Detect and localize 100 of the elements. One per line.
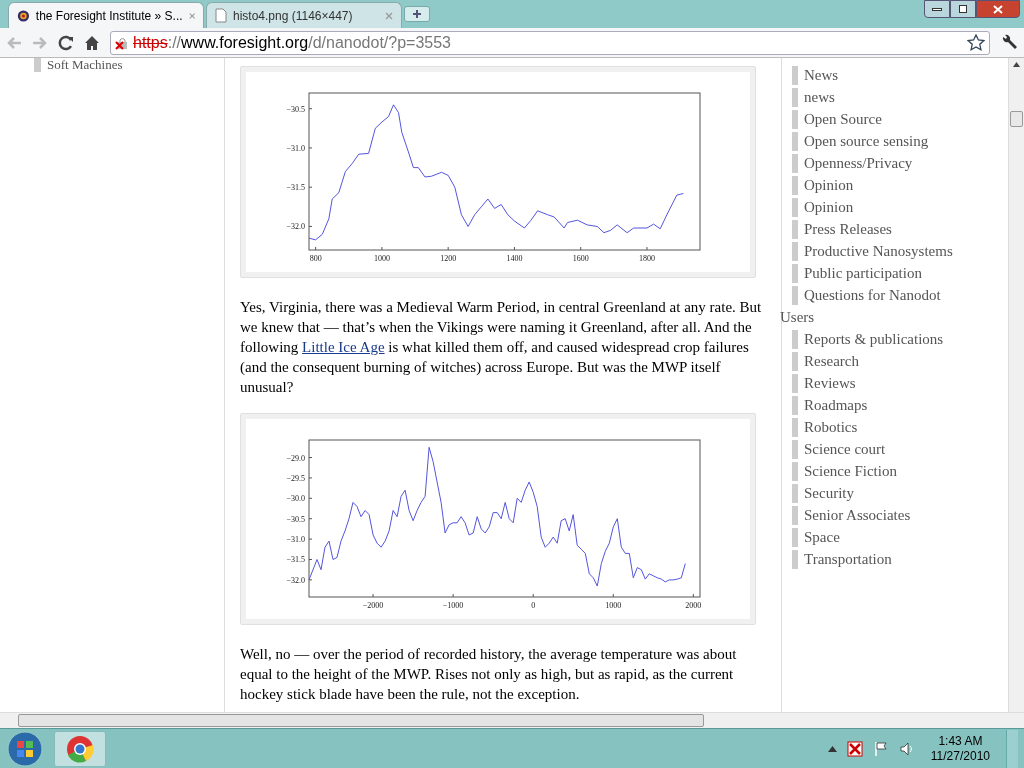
category-link[interactable]: Space [804, 525, 840, 549]
sidebar-link[interactable]: Soft Machines [47, 58, 123, 72]
list-marker [792, 153, 798, 173]
category-link[interactable]: Security [804, 481, 854, 505]
list-marker [792, 373, 798, 393]
category-link[interactable]: Public participation [804, 261, 922, 285]
list-marker [792, 417, 798, 437]
close-icon [993, 4, 1003, 14]
x-tick-label: −1000 [442, 601, 464, 610]
inline-link[interactable]: Little Ice Age [302, 339, 385, 355]
category-link[interactable]: Robotics [804, 415, 858, 439]
restore-button[interactable] [950, 0, 976, 18]
scroll-up-icon[interactable] [1013, 62, 1020, 67]
scroll-thumb[interactable] [1010, 111, 1023, 127]
list-marker [34, 58, 41, 72]
category-link[interactable]: Open Source [804, 107, 882, 131]
x-tick-label: −2000 [362, 601, 384, 610]
close-window-button[interactable] [976, 0, 1020, 18]
globe-logo-icon [17, 7, 30, 24]
list-marker [792, 197, 798, 217]
x-tick-label: 1800 [639, 254, 655, 263]
list-marker [792, 219, 798, 239]
taskbar-button[interactable] [54, 730, 106, 767]
y-tick-label: −32.0 [286, 222, 305, 232]
tray-expand-icon[interactable] [827, 745, 837, 752]
k-shield-icon[interactable] [846, 740, 863, 757]
article-paragraph: Well, no — over the period of recorded history, the average temperature was about equal to the height of the MWP. Rises not only as high, but as rapid, as the current hockey stick blade have been the rule, not the exception. [240, 645, 738, 704]
category-link[interactable]: Productive Nanosystems [804, 239, 953, 263]
tab-title: the Foresight Institute » S... [35, 7, 183, 25]
x-tick-label: 1400 [506, 254, 523, 263]
speaker-icon[interactable] [898, 740, 915, 757]
x-tick-label: 1600 [572, 254, 589, 263]
list-marker [792, 439, 798, 459]
category-link[interactable]: Senior Associates [804, 503, 911, 527]
clock-time: 1:43 AM [938, 733, 983, 749]
y-tick-label: −30.0 [286, 494, 305, 504]
tab-title: histo4.png (1146×447) [233, 7, 354, 25]
address-field[interactable]: https://www.foresight.org/d/nanodot/?p=3553 [110, 30, 990, 55]
category-link[interactable]: Science court [804, 437, 886, 461]
list-marker [792, 109, 798, 129]
scroll-thumb[interactable] [18, 714, 704, 727]
browser-tab[interactable]: histo4.png (1146×447) [206, 2, 402, 28]
list-marker [792, 131, 798, 151]
y-tick-label: −31.0 [286, 535, 305, 545]
category-link[interactable]: Reviews [804, 371, 856, 395]
y-tick-label: −30.5 [286, 514, 305, 524]
list-marker [792, 65, 798, 85]
wrench-icon[interactable] [1000, 33, 1018, 52]
y-tick-label: −31.0 [286, 143, 305, 153]
list-marker [792, 505, 798, 525]
category-link[interactable]: Open source sensing [804, 129, 929, 153]
list-marker [792, 87, 798, 107]
reload-icon[interactable] [58, 34, 74, 51]
list-marker [792, 263, 798, 283]
vertical-scrollbar[interactable] [1008, 58, 1024, 712]
browser-logo-icon [66, 734, 94, 763]
star-icon[interactable] [967, 33, 985, 52]
category-link[interactable]: Science Fiction [804, 459, 897, 483]
minimize-button[interactable] [924, 0, 950, 18]
category-link[interactable]: Roadmaps [804, 393, 868, 417]
category-link[interactable]: Press Releases [804, 217, 892, 241]
list-marker [792, 351, 798, 371]
x-tick-label: 0 [531, 601, 536, 610]
category-link[interactable]: Openness/Privacy [804, 151, 913, 175]
y-tick-label: −29.5 [286, 473, 305, 483]
category-link[interactable]: Users [780, 305, 815, 329]
category-link[interactable]: Reports & publications [804, 327, 944, 351]
category-link[interactable]: News [804, 63, 839, 87]
horizontal-scrollbar[interactable] [0, 712, 1024, 728]
category-link[interactable]: Transportation [804, 547, 892, 571]
x-tick-label: 1200 [440, 254, 457, 263]
flag-icon[interactable] [872, 740, 889, 757]
list-marker [792, 175, 798, 195]
y-tick-label: −30.5 [286, 104, 305, 114]
start-orb-icon[interactable] [6, 729, 44, 768]
plus-icon [412, 9, 422, 19]
x-tick-label: 1000 [605, 601, 622, 610]
list-marker [792, 241, 798, 261]
list-marker [792, 527, 798, 547]
list-marker [792, 395, 798, 415]
list-marker [792, 461, 798, 481]
category-link[interactable]: Opinion [804, 173, 854, 197]
list-marker [792, 285, 798, 305]
new-tab-button[interactable] [404, 6, 430, 22]
x-tick-label: 800 [309, 254, 322, 263]
y-tick-label: −29.0 [286, 453, 305, 463]
broken-lock-icon[interactable] [115, 35, 129, 50]
file-icon [215, 8, 227, 23]
category-link[interactable]: Opinion [804, 195, 854, 219]
list-marker [792, 329, 798, 349]
clock-date: 11/27/2010 [930, 748, 990, 764]
category-link[interactable]: Questions for Nanodot [804, 283, 941, 307]
home-icon[interactable] [84, 34, 100, 51]
browser-tab[interactable]: the Foresight Institute » S... [8, 2, 204, 28]
y-tick-label: −31.5 [286, 555, 305, 565]
url-text: https://www.foresight.org/d/nanodot/?p=3553 [133, 32, 451, 53]
category-link[interactable]: Research [804, 349, 859, 373]
x-tick-label: 2000 [685, 601, 702, 610]
list-marker [792, 483, 798, 503]
category-link[interactable]: news [804, 85, 835, 109]
